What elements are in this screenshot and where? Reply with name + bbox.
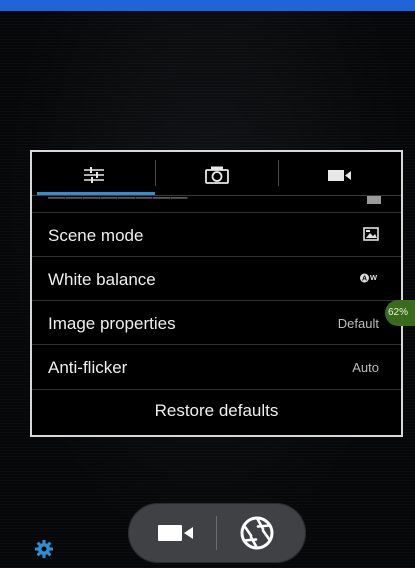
capture-controls bbox=[128, 503, 306, 563]
shutter-button[interactable] bbox=[226, 511, 288, 555]
gear-icon[interactable] bbox=[34, 539, 54, 564]
sliders-icon bbox=[83, 167, 104, 183]
setting-label: Anti-flicker bbox=[48, 358, 128, 377]
shutter-aperture-icon bbox=[240, 516, 274, 550]
settings-tabs bbox=[32, 152, 401, 198]
restore-defaults-button[interactable]: Restore defaults bbox=[32, 389, 401, 433]
setting-value: Default bbox=[337, 316, 379, 331]
tab-video-settings[interactable] bbox=[278, 152, 401, 198]
svg-text:W: W bbox=[370, 273, 378, 282]
clipped-list-item: ———————— bbox=[32, 196, 401, 212]
setting-label: White balance bbox=[48, 270, 156, 289]
status-bar bbox=[0, 0, 415, 11]
tab-photo-settings[interactable] bbox=[155, 152, 278, 198]
setting-label: Scene mode bbox=[48, 226, 144, 245]
setting-row-image-properties[interactable]: Image properties Default bbox=[32, 300, 401, 344]
video-camera-icon bbox=[327, 170, 351, 181]
setting-row-anti-flicker[interactable]: Anti-flicker Auto bbox=[32, 344, 401, 388]
record-video-button[interactable] bbox=[146, 513, 206, 553]
svg-text:A: A bbox=[362, 276, 367, 283]
scene-mode-icon bbox=[363, 227, 379, 246]
setting-label: Image properties bbox=[48, 314, 176, 333]
video-camera-icon bbox=[158, 525, 193, 541]
controls-divider bbox=[216, 516, 217, 550]
clipped-item-icon bbox=[367, 196, 381, 204]
setting-row-white-balance[interactable]: White balance A W bbox=[32, 256, 401, 300]
setting-value: Auto bbox=[352, 360, 379, 375]
clipped-item-text: ———————— bbox=[48, 196, 188, 206]
settings-panel: ———————— Scene mode White balance A W Im… bbox=[30, 150, 403, 437]
setting-row-scene-mode[interactable]: Scene mode bbox=[32, 212, 401, 256]
auto-white-balance-icon: A W bbox=[359, 271, 379, 289]
battery-badge: 62% bbox=[385, 300, 415, 326]
camera-icon bbox=[204, 166, 229, 184]
